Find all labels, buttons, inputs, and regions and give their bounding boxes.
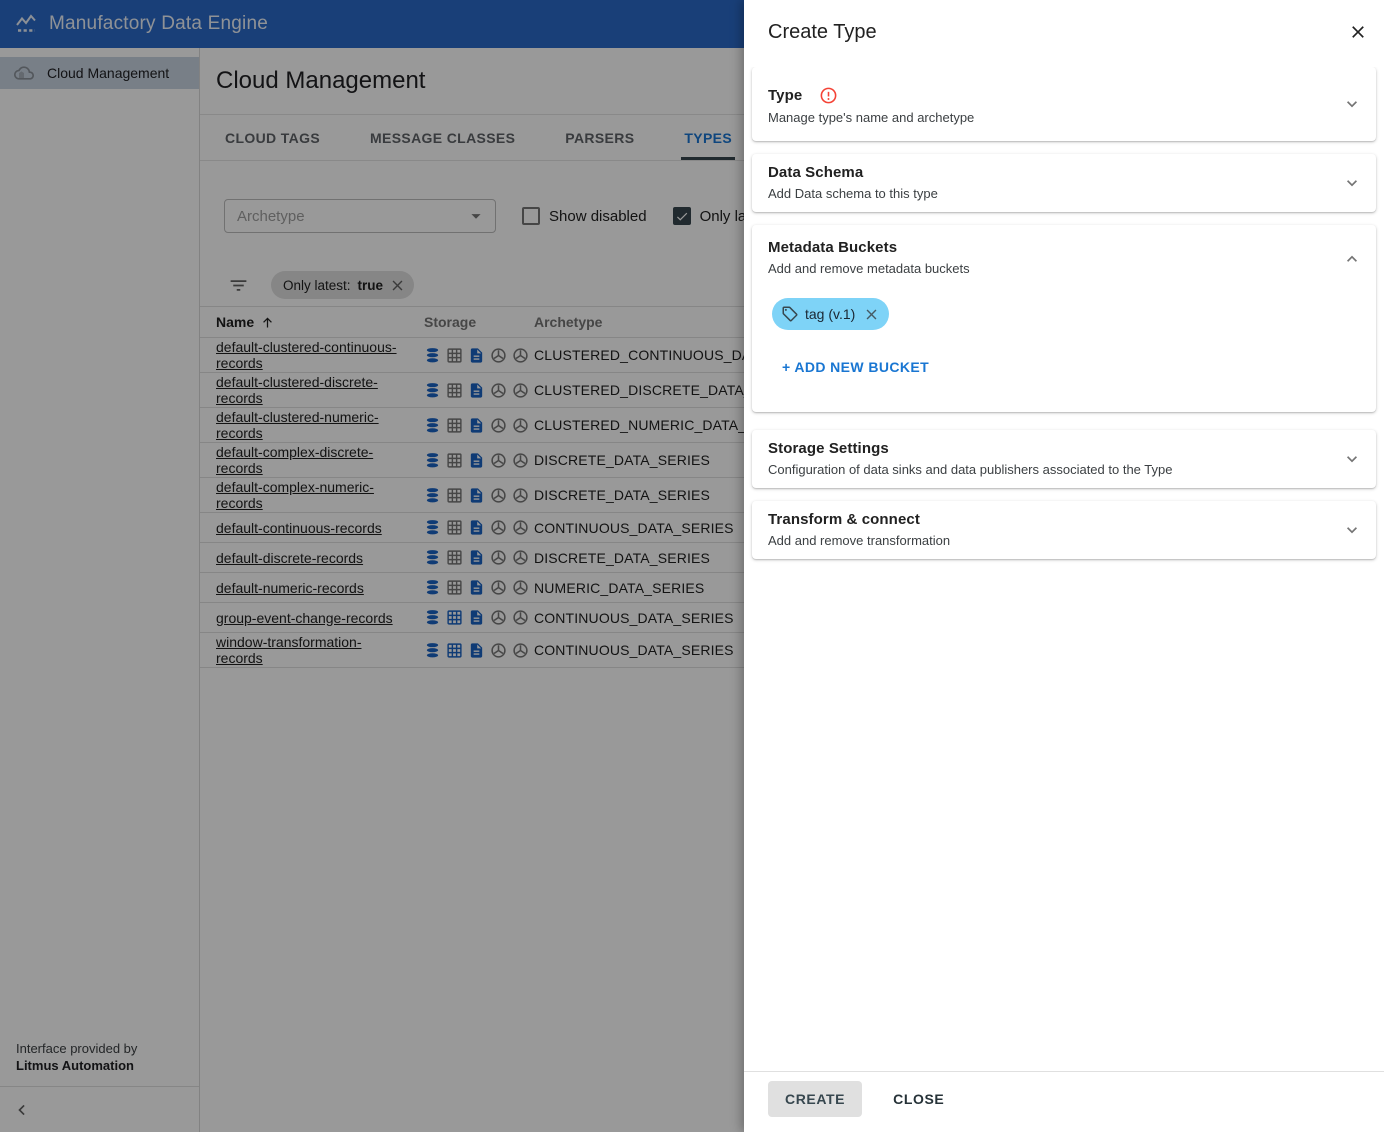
accordion-transform-connect[interactable]: Transform & connect Add and remove trans… (752, 501, 1376, 559)
chevron-up-icon[interactable] (1342, 249, 1362, 269)
drawer-header: Create Type (744, 0, 1384, 67)
chevron-down-icon[interactable] (1342, 173, 1362, 193)
accordion-data-schema[interactable]: Data Schema Add Data schema to this type (752, 154, 1376, 212)
accordion-data-schema-subtitle: Add Data schema to this type (768, 186, 938, 201)
add-new-bucket-button[interactable]: + ADD NEW BUCKET (782, 359, 929, 375)
accordion-type-title: Type (768, 87, 803, 104)
drawer-content: Type Manage type's name and archetype Da… (744, 67, 1384, 1071)
create-type-drawer: Create Type Type Manage type's name and … (744, 0, 1384, 1132)
accordion-metadata-buckets[interactable]: Metadata Buckets Add and remove metadata… (752, 225, 1376, 412)
accordion-type-subtitle: Manage type's name and archetype (768, 110, 975, 125)
close-icon[interactable] (1348, 22, 1368, 42)
close-button[interactable]: CLOSE (881, 1081, 956, 1117)
accordion-metadata-buckets-title: Metadata Buckets (768, 239, 898, 256)
bucket-chip-tag[interactable]: tag (v.1) (772, 298, 890, 330)
drawer-title: Create Type (768, 21, 877, 43)
accordion-storage-settings-subtitle: Configuration of data sinks and data pub… (768, 462, 1173, 477)
chevron-down-icon[interactable] (1342, 449, 1362, 469)
bucket-chip-area: tag (v.1) + ADD NEW BUCKET (768, 298, 1360, 401)
accordion-storage-settings-title: Storage Settings (768, 440, 889, 457)
accordion-type[interactable]: Type Manage type's name and archetype (752, 67, 1376, 141)
accordion-transform-connect-title: Transform & connect (768, 511, 920, 528)
chevron-down-icon[interactable] (1342, 94, 1362, 114)
accordion-transform-connect-subtitle: Add and remove transformation (768, 533, 951, 548)
accordion-storage-settings[interactable]: Storage Settings Configuration of data s… (752, 430, 1376, 488)
error-icon (819, 86, 838, 105)
tag-icon (781, 305, 799, 323)
accordion-metadata-buckets-subtitle: Add and remove metadata buckets (768, 261, 970, 276)
create-button[interactable]: CREATE (768, 1081, 863, 1117)
bucket-chip-remove-icon[interactable] (863, 306, 880, 323)
accordion-data-schema-title: Data Schema (768, 164, 864, 181)
chevron-down-icon[interactable] (1342, 520, 1362, 540)
drawer-footer: CREATE CLOSE (744, 1071, 1384, 1132)
bucket-chip-label: tag (v.1) (805, 306, 856, 322)
